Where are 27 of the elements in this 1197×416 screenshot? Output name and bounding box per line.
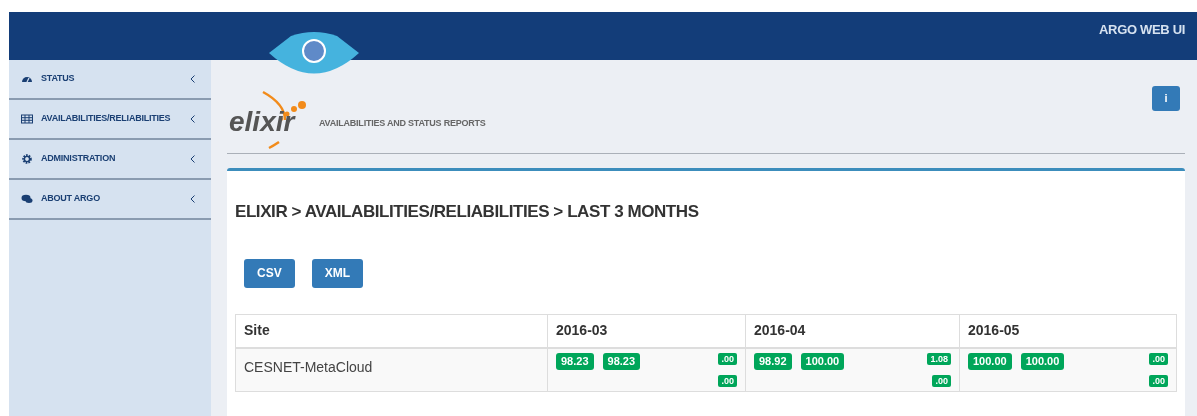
info-button[interactable]: i bbox=[1152, 86, 1180, 111]
export-button[interactable]: XML bbox=[311, 258, 364, 288]
page-title: ELIXIR > AVAILABILITIES/RELIABILITIES > LAST 3 MONTHS bbox=[235, 201, 700, 223]
chevron-icon bbox=[190, 115, 195, 123]
value-badge: 98.23 bbox=[602, 353, 641, 370]
table-icon bbox=[21, 113, 33, 125]
value-badge: 100.00 bbox=[1020, 353, 1065, 370]
chevron-icon bbox=[190, 155, 195, 163]
value-badge: .00 bbox=[1149, 375, 1168, 387]
value-badge: 98.92 bbox=[754, 353, 792, 370]
value-badge: 100.00 bbox=[800, 353, 845, 370]
value-badge: 1.08 bbox=[927, 353, 951, 365]
value-badge: 98.23 bbox=[556, 353, 594, 370]
export-button[interactable]: CSV bbox=[244, 258, 295, 288]
elixir-logo: elixir bbox=[227, 84, 307, 150]
chat-icon bbox=[21, 193, 33, 205]
settings-icon bbox=[21, 153, 33, 165]
page-subtitle: AVAILABILITIES AND STATUS REPORTS bbox=[319, 116, 486, 130]
chevron-icon bbox=[190, 75, 195, 83]
brand-title: ARGO WEB UI bbox=[1099, 21, 1185, 39]
chevron-icon bbox=[190, 195, 195, 203]
value-badge: .00 bbox=[932, 375, 951, 387]
site-cell: CESNET-MetaCloud bbox=[235, 348, 548, 392]
value-badge: 100.00 bbox=[968, 353, 1012, 370]
value-badge: .00 bbox=[718, 375, 737, 387]
value-badge: .00 bbox=[1149, 353, 1168, 365]
value-badge: .00 bbox=[718, 353, 737, 365]
